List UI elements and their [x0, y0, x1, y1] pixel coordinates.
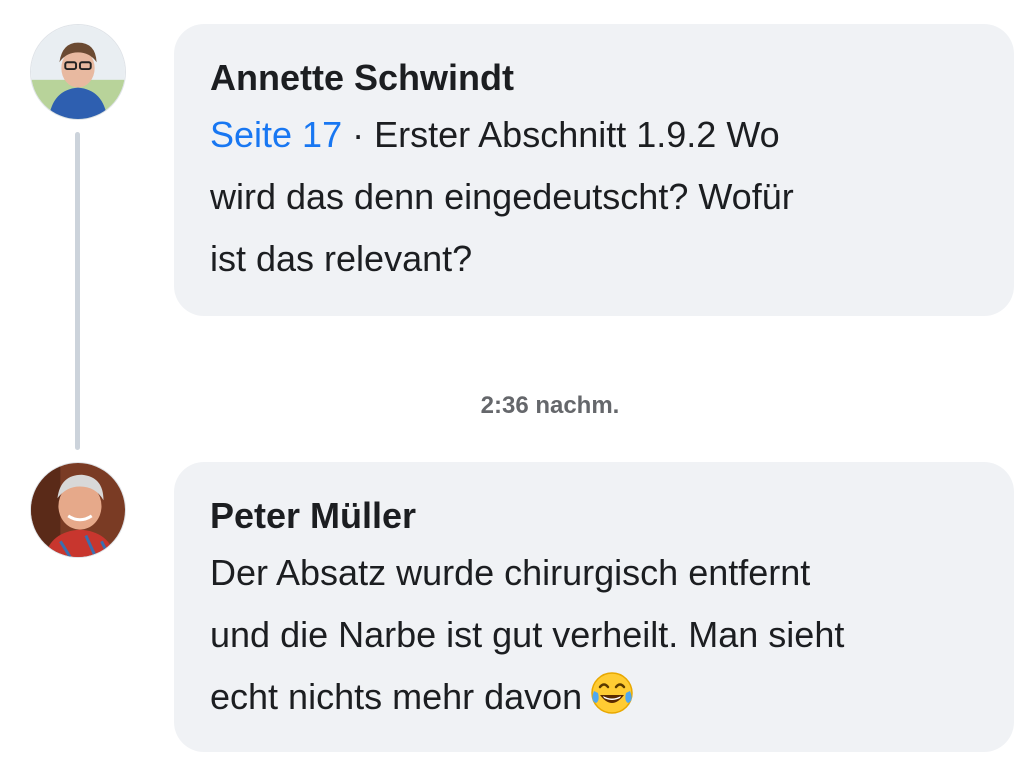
comment-author[interactable]: Peter Müller — [210, 490, 978, 542]
comment-thread: Annette Schwindt Seite 17 · Erster Absch… — [0, 0, 1032, 782]
avatar-peter[interactable] — [30, 462, 126, 558]
comment-text-line: wird das denn eingedeutscht? Wofür — [210, 176, 794, 217]
comment-bubble[interactable]: Peter Müller Der Absatz wurde chirurgisc… — [174, 462, 1014, 752]
avatar-annette[interactable] — [30, 24, 126, 120]
comment-bubble[interactable]: Annette Schwindt Seite 17 · Erster Absch… — [174, 24, 1014, 316]
avatar-icon — [31, 463, 125, 557]
comment-text-line: Der Absatz wurde chirurgisch entfernt — [210, 552, 811, 593]
separator-dot: · — [352, 114, 365, 155]
message-timestamp: 2:36 nachm. — [480, 392, 620, 419]
comment-author[interactable]: Annette Schwindt — [210, 52, 978, 104]
comment-line: echt nichts mehr davon — [210, 666, 978, 728]
comment-text-line: echt nichts mehr davon — [210, 676, 583, 717]
page-reference-link[interactable]: Seite 17 — [210, 114, 342, 155]
thread-connector-line — [75, 132, 80, 450]
comment-text-line: und die Narbe ist gut verheilt. Man sieh… — [210, 614, 845, 655]
comment-text-line: Erster Abschnitt 1.9.2 Wo — [374, 114, 780, 155]
face-with-tears-of-joy-icon — [590, 671, 634, 715]
comment-text-line: ist das relevant? — [210, 238, 473, 279]
comment-line: Seite 17 · Erster Abschnitt 1.9.2 Wo — [210, 104, 978, 166]
avatar-icon — [31, 25, 125, 119]
